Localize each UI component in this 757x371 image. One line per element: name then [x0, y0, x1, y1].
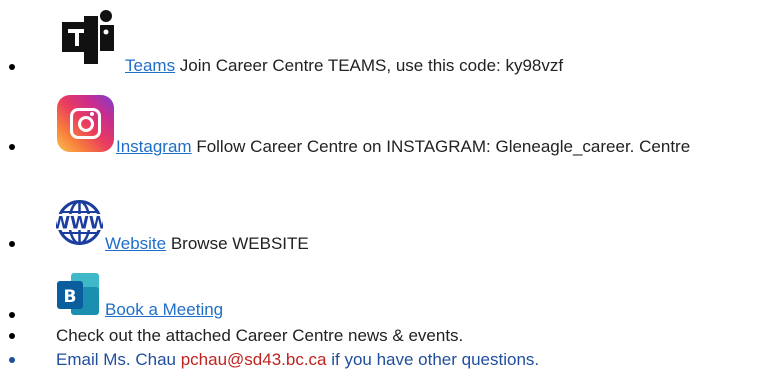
book-meeting-link[interactable]: Book a Meeting [105, 300, 223, 319]
instagram-link[interactable]: Instagram [116, 137, 192, 156]
svg-text:B: B [64, 287, 77, 307]
svg-text:WWW: WWW [56, 214, 103, 234]
bullet [9, 64, 15, 70]
instagram-icon[interactable] [57, 95, 114, 152]
bullet [9, 333, 15, 339]
teams-icon[interactable] [62, 8, 120, 64]
bullet [9, 144, 15, 150]
teams-link[interactable]: Teams [125, 56, 175, 75]
teams-description: Join Career Centre TEAMS, use this code:… [175, 56, 564, 75]
news-text: Check out the attached Career Centre new… [56, 326, 464, 345]
email-address[interactable]: pchau@sd43.bc.ca [181, 350, 327, 369]
bullet [9, 312, 15, 318]
website-description: Browse WEBSITE [166, 234, 309, 253]
instagram-description: Follow Career Centre on INSTAGRAM: Glene… [191, 137, 691, 156]
www-icon[interactable]: WWW [56, 199, 103, 246]
bookings-icon[interactable]: B [57, 273, 99, 315]
email-text-after: if you have other questions. [326, 350, 540, 369]
bullet [9, 241, 15, 247]
email-text-before: Email Ms. Chau [56, 350, 181, 369]
bullet [9, 357, 15, 363]
website-link[interactable]: Website [105, 234, 166, 253]
